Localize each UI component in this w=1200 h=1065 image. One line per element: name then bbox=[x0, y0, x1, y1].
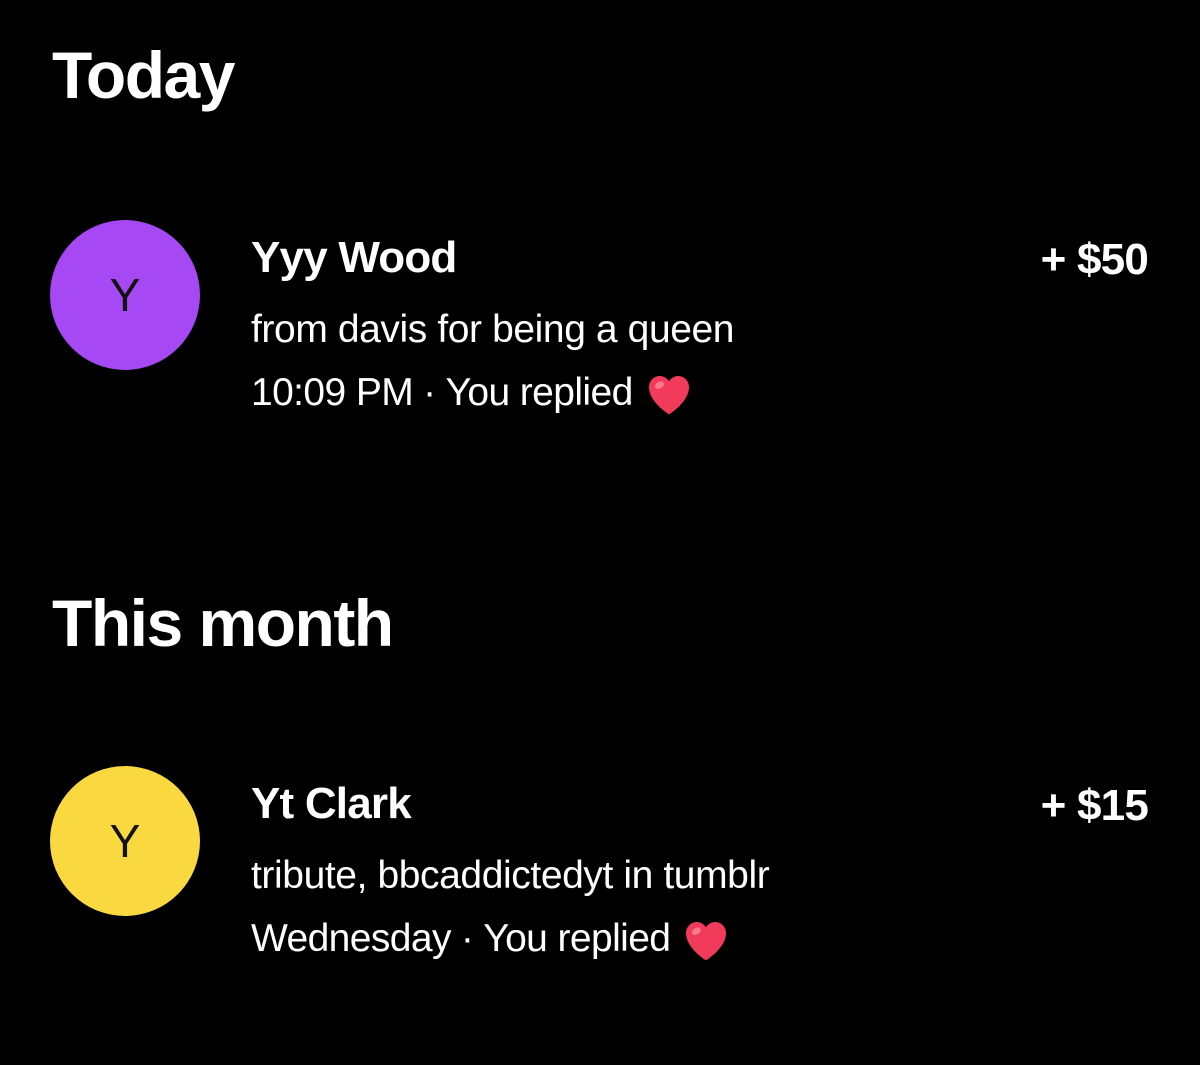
avatar-letter: Y bbox=[109, 815, 141, 867]
tip-message: from davis for being a queen bbox=[251, 308, 735, 351]
avatar-letter: Y bbox=[109, 269, 141, 321]
avatar[interactable]: Y bbox=[50, 766, 200, 916]
tip-meta: Wednesday · You replied bbox=[251, 916, 730, 961]
reply-status: You replied bbox=[483, 916, 671, 960]
tip-row[interactable]: Y Yt Clark tribute, bbcaddictedyt in tum… bbox=[0, 766, 1200, 966]
avatar[interactable]: Y bbox=[50, 220, 200, 370]
section-title-this-month: This month bbox=[52, 586, 394, 660]
tip-message: tribute, bbcaddictedyt in tumblr bbox=[251, 854, 770, 897]
section-title-today: Today bbox=[52, 38, 235, 112]
meta-separator: · bbox=[423, 370, 436, 414]
sender-name[interactable]: Yyy Wood bbox=[251, 236, 457, 280]
meta-separator: · bbox=[460, 916, 474, 960]
sender-name[interactable]: Yt Clark bbox=[251, 782, 412, 826]
heart-icon bbox=[648, 376, 689, 415]
tip-amount: + $50 bbox=[1040, 235, 1149, 284]
tip-time: 10:09 PM bbox=[251, 370, 414, 414]
heart-icon bbox=[686, 922, 727, 961]
tip-time: Wednesday bbox=[251, 916, 451, 960]
tip-amount: + $15 bbox=[1040, 781, 1149, 830]
reply-status: You replied bbox=[445, 370, 634, 414]
tip-row[interactable]: Y Yyy Wood from davis for being a queen … bbox=[0, 220, 1200, 420]
tip-meta: 10:09 PM · You replied bbox=[251, 370, 693, 415]
